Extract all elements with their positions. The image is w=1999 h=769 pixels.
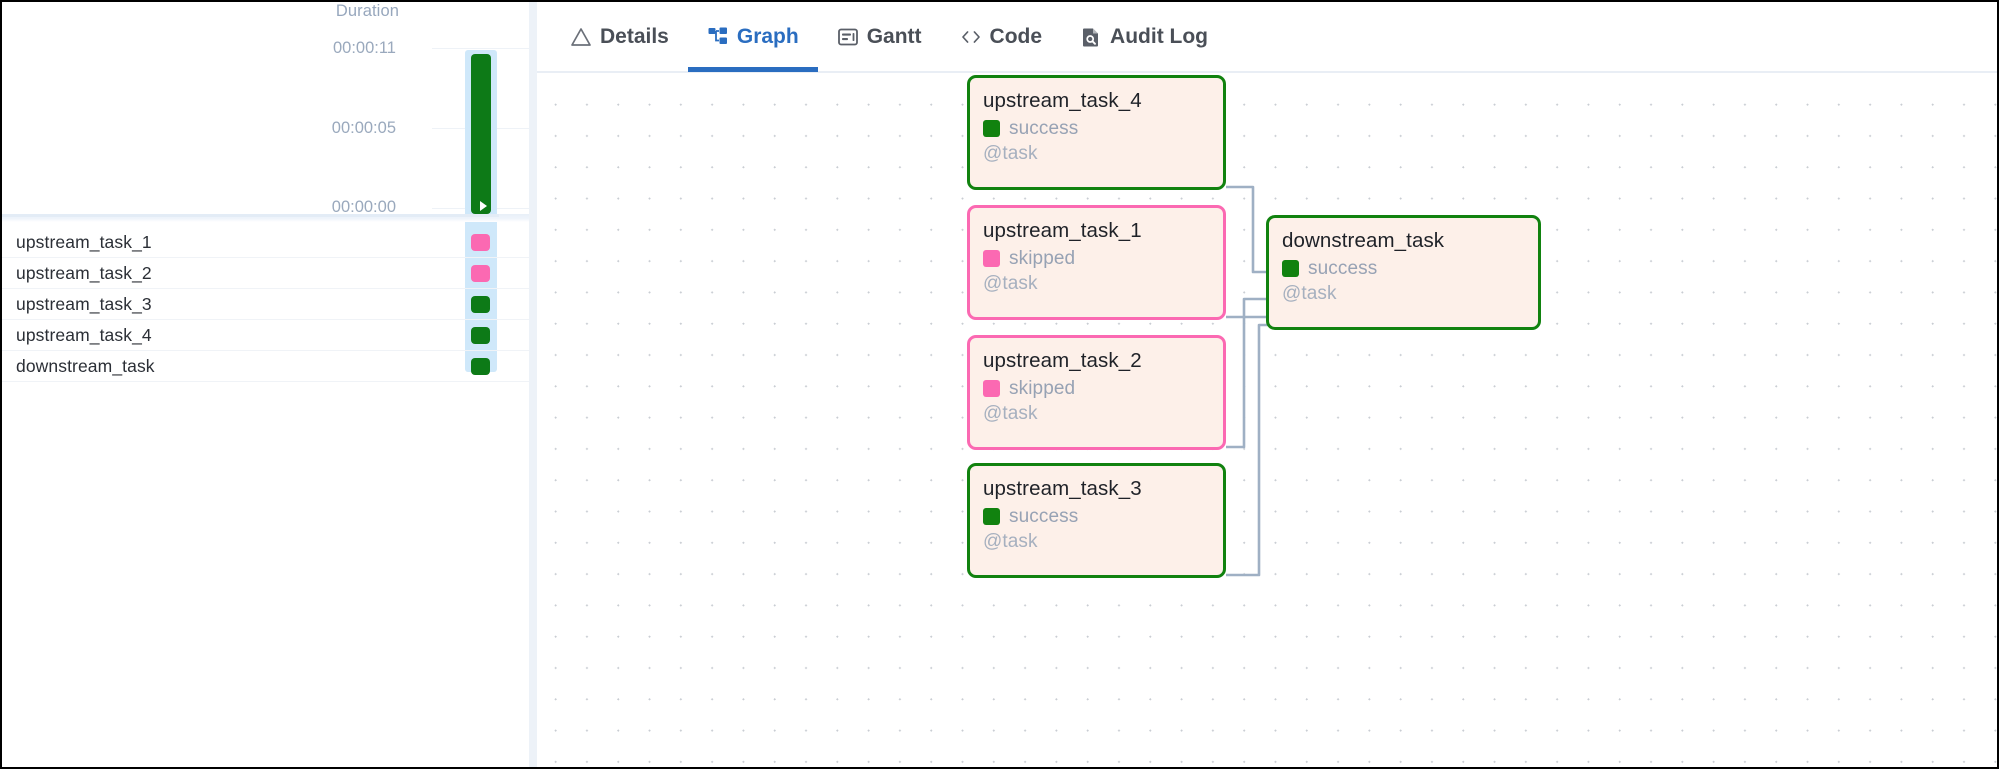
tab-label: Code <box>990 25 1043 49</box>
triangle-alert-icon <box>570 26 592 48</box>
status-swatch <box>983 120 1000 137</box>
tab-gantt[interactable]: Gantt <box>818 2 941 72</box>
node-status-label: skipped <box>1009 248 1075 270</box>
node-status: skipped <box>983 378 1210 400</box>
graph-canvas[interactable]: upstream_task_4 success @task upstream_t… <box>537 75 1997 767</box>
status-badge[interactable] <box>471 296 490 313</box>
status-badge[interactable] <box>471 327 490 344</box>
tab-label: Gantt <box>867 25 922 49</box>
chart-baseline <box>2 214 529 222</box>
node-status: skipped <box>983 248 1210 270</box>
tab-code[interactable]: Code <box>941 2 1062 72</box>
edge-upstream_task_3-downstream_task <box>1226 325 1273 575</box>
table-row[interactable]: upstream_task_4 <box>2 320 529 351</box>
graph-node-upstream_task_1[interactable]: upstream_task_1 skipped @task <box>967 205 1226 320</box>
content-panel: Details Graph <box>537 2 1997 767</box>
task-row-list: upstream_task_1 upstream_task_2 upstream… <box>2 227 529 382</box>
dag-run-duration-bar[interactable] <box>471 54 491 214</box>
graph-node-upstream_task_2[interactable]: upstream_task_2 skipped @task <box>967 335 1226 450</box>
node-status-label: skipped <box>1009 378 1075 400</box>
angle-brackets-icon <box>960 26 982 48</box>
status-badge[interactable] <box>471 234 490 251</box>
duration-chart-title: Duration <box>336 2 399 21</box>
status-swatch <box>983 380 1000 397</box>
status-swatch <box>1282 260 1299 277</box>
duration-axis-tick: 00:00:05 <box>332 119 396 138</box>
edge-layer <box>537 75 1997 767</box>
task-name-label: upstream_task_4 <box>2 325 152 346</box>
axis-gridline <box>432 48 529 49</box>
status-swatch <box>983 250 1000 267</box>
node-title: upstream_task_3 <box>983 476 1210 502</box>
graph-node-upstream_task_3[interactable]: upstream_task_3 success @task <box>967 463 1226 578</box>
node-status: success <box>983 506 1210 528</box>
node-status-label: success <box>1009 118 1078 140</box>
tab-label: Audit Log <box>1110 25 1208 49</box>
task-name-label: upstream_task_2 <box>2 263 152 284</box>
node-status-label: success <box>1308 258 1377 280</box>
panel-divider[interactable] <box>529 2 537 767</box>
tab-label: Graph <box>737 25 799 49</box>
table-row[interactable]: upstream_task_1 <box>2 227 529 258</box>
node-operator: @task <box>983 273 1210 295</box>
node-operator: @task <box>983 403 1210 425</box>
node-title: downstream_task <box>1282 228 1525 254</box>
tab-label: Details <box>600 25 669 49</box>
table-row[interactable]: downstream_task <box>2 351 529 382</box>
graph-node-upstream_task_4[interactable]: upstream_task_4 success @task <box>967 75 1226 190</box>
grid-panel: Duration 00:00:11 00:00:05 00:00:00 upst… <box>2 2 529 767</box>
table-row[interactable]: upstream_task_3 <box>2 289 529 320</box>
status-badge[interactable] <box>471 358 490 375</box>
node-operator: @task <box>1282 283 1525 305</box>
node-status: success <box>1282 258 1525 280</box>
status-badge[interactable] <box>471 265 490 282</box>
play-triangle-icon <box>480 201 487 211</box>
duration-axis-tick: 00:00:11 <box>333 39 396 58</box>
node-title: upstream_task_1 <box>983 218 1210 244</box>
tab-audit-log[interactable]: Audit Log <box>1061 2 1227 72</box>
tab-bar: Details Graph <box>537 2 1997 73</box>
tab-details[interactable]: Details <box>551 2 688 72</box>
status-swatch <box>983 508 1000 525</box>
node-operator: @task <box>983 143 1210 165</box>
node-operator: @task <box>983 531 1210 553</box>
graph-nodes-icon <box>707 26 729 48</box>
graph-node-downstream_task[interactable]: downstream_task success @task <box>1266 215 1541 330</box>
node-title: upstream_task_2 <box>983 348 1210 374</box>
table-row[interactable]: upstream_task_2 <box>2 258 529 289</box>
gantt-chart-icon <box>837 26 859 48</box>
airflow-dag-view: Duration 00:00:11 00:00:05 00:00:00 upst… <box>0 0 1999 769</box>
node-status-label: success <box>1009 506 1078 528</box>
node-status: success <box>983 118 1210 140</box>
document-search-icon <box>1080 26 1102 48</box>
task-name-label: upstream_task_3 <box>2 294 152 315</box>
task-name-label: upstream_task_1 <box>2 232 152 253</box>
duration-chart: Duration 00:00:11 00:00:05 00:00:00 <box>2 2 529 214</box>
tab-graph[interactable]: Graph <box>688 2 818 72</box>
task-name-label: downstream_task <box>2 356 155 377</box>
node-title: upstream_task_4 <box>983 88 1210 114</box>
